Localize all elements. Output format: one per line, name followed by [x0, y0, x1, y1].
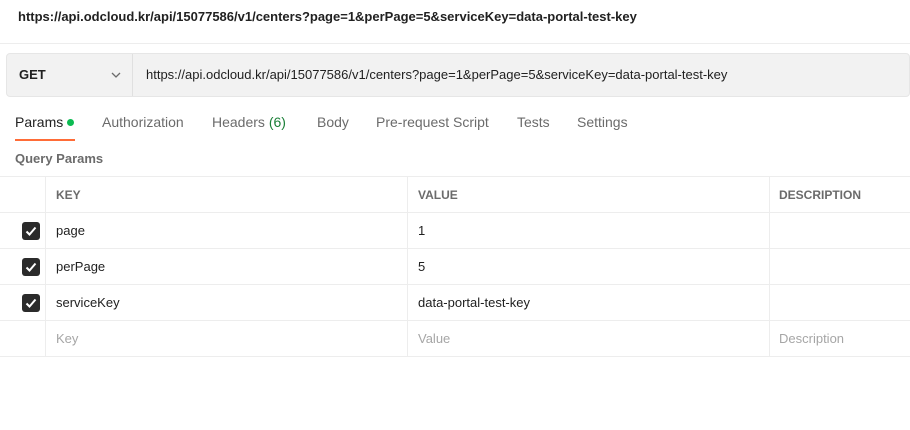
value-placeholder: Value — [418, 331, 451, 346]
column-header-description: DESCRIPTION — [779, 188, 862, 202]
tab-headers[interactable]: Headers (6) — [212, 114, 286, 130]
url-input[interactable]: https://api.odcloud.kr/api/15077586/v1/c… — [146, 67, 727, 82]
tab-tests[interactable]: Tests — [517, 114, 550, 130]
checkmark-icon — [25, 298, 37, 308]
checkmark-icon — [25, 226, 37, 236]
row-check-cell — [0, 285, 46, 320]
param-value-text: 5 — [418, 259, 426, 274]
row-check-cell — [0, 321, 46, 356]
http-method-label: GET — [19, 67, 46, 82]
param-key-field[interactable]: page — [46, 213, 408, 248]
checkmark-icon — [25, 262, 37, 272]
param-description-field[interactable] — [770, 213, 910, 248]
http-method-select[interactable]: GET — [7, 54, 133, 96]
new-param-key-input[interactable]: Key — [46, 321, 408, 356]
param-key-field[interactable]: perPage — [46, 249, 408, 284]
request-title-bar: https://api.odcloud.kr/api/15077586/v1/c… — [0, 0, 910, 44]
column-header-key: KEY — [46, 177, 408, 212]
param-value-field[interactable]: 5 — [408, 249, 770, 284]
tab-authorization[interactable]: Authorization — [102, 114, 184, 130]
table-header-row: KEY VALUE DESCRIPTION — [0, 176, 910, 213]
param-value-field[interactable]: 1 — [408, 213, 770, 248]
param-description-field[interactable] — [770, 249, 910, 284]
param-value-field[interactable]: data-portal-test-key — [408, 285, 770, 320]
new-param-description-input[interactable]: Description — [770, 321, 910, 356]
row-check-cell — [0, 213, 46, 248]
table-row: serviceKey data-portal-test-key — [0, 285, 910, 321]
header-check-cell — [0, 177, 46, 212]
request-tabs: Params Authorization Headers (6) Body Pr… — [0, 108, 910, 144]
param-key-text: perPage — [56, 259, 106, 274]
column-header-value: VALUE — [408, 177, 770, 212]
table-row-new: Key Value Description — [0, 321, 910, 357]
param-checkbox[interactable] — [22, 222, 40, 240]
tab-pre-request-script[interactable]: Pre-request Script — [376, 114, 489, 130]
tab-params[interactable]: Params — [15, 114, 75, 130]
request-bar: GET https://api.odcloud.kr/api/15077586/… — [6, 53, 910, 97]
param-value-text: data-portal-test-key — [418, 295, 530, 310]
new-param-value-input[interactable]: Value — [408, 321, 770, 356]
table-row: perPage 5 — [0, 249, 910, 285]
param-key-text: page — [56, 223, 85, 238]
tab-params-label: Params — [15, 114, 64, 130]
params-active-dot — [67, 119, 75, 126]
param-key-field[interactable]: serviceKey — [46, 285, 408, 320]
headers-count-badge: (6) — [268, 114, 286, 130]
key-placeholder: Key — [56, 331, 79, 346]
tab-settings[interactable]: Settings — [577, 114, 628, 130]
active-tab-indicator — [15, 139, 75, 141]
description-placeholder: Description — [779, 331, 845, 346]
table-row: page 1 — [0, 213, 910, 249]
param-checkbox[interactable] — [22, 258, 40, 276]
param-value-text: 1 — [418, 223, 426, 238]
tab-body[interactable]: Body — [317, 114, 349, 130]
param-key-text: serviceKey — [56, 295, 120, 310]
query-params-title: Query Params — [15, 151, 104, 166]
chevron-down-icon — [111, 72, 121, 78]
param-description-field[interactable] — [770, 285, 910, 320]
tab-headers-label: Headers — [212, 114, 265, 130]
param-checkbox[interactable] — [22, 294, 40, 312]
row-check-cell — [0, 249, 46, 284]
request-title: https://api.odcloud.kr/api/15077586/v1/c… — [18, 9, 637, 24]
